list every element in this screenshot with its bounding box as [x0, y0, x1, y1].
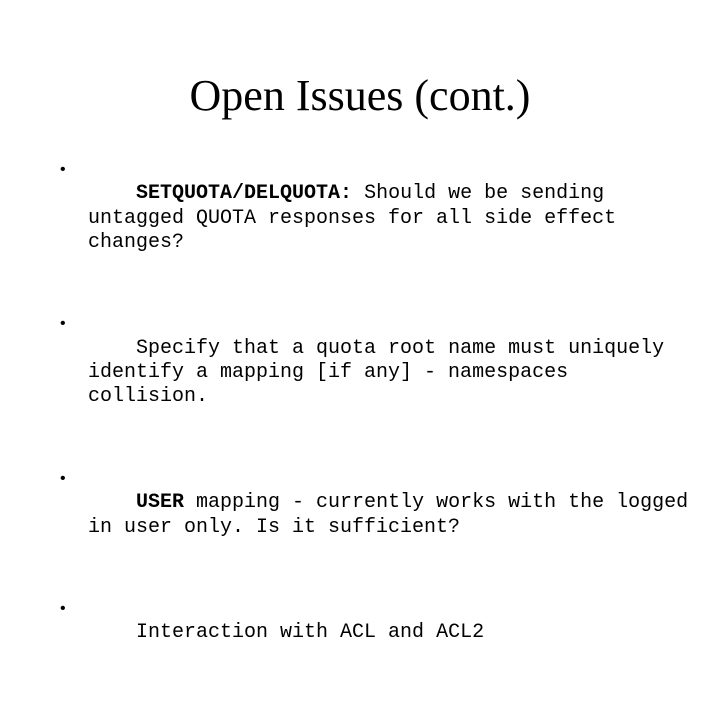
bullet-item: • SETQUOTA/DELQUOTA: Should we be sending…: [60, 158, 700, 279]
bullet-icon: •: [60, 600, 66, 618]
bullet-icon: •: [60, 161, 66, 178]
bullet-list: • SETQUOTA/DELQUOTA: Should we be sending…: [60, 158, 700, 703]
bullet-bold-text: USER: [136, 491, 185, 515]
bullet-bold-text: SETQUOTA/DELQUOTA:: [136, 182, 353, 206]
bullet-item: • USER mapping - currently works with the…: [60, 467, 700, 564]
bullet-text: Interaction with ACL and ACL2: [136, 621, 485, 645]
bullet-text: Specify that a quota root name must uniq…: [88, 336, 665, 409]
bullet-item: • Specify that a quota root name must uni…: [60, 312, 700, 433]
bullet-item: • Interaction with ACL and ACL2: [60, 597, 700, 670]
bullet-icon: •: [60, 315, 66, 333]
bullet-icon: •: [60, 469, 66, 487]
slide-title: Open Issues (cont.): [189, 71, 531, 120]
